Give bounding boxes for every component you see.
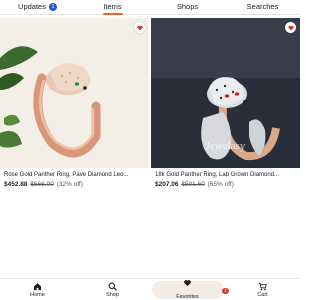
tab-label: Items bbox=[103, 2, 122, 11]
tab-label: Searches bbox=[246, 2, 279, 11]
favorites-tab-bar: Updates 1 Items Shops Searches bbox=[0, 0, 300, 15]
tab-shops[interactable]: Shops bbox=[150, 0, 225, 13]
favorites-count-badge: 1 bbox=[222, 287, 229, 294]
listing-price-row: $452.88 $666.00 (32% off) bbox=[4, 180, 146, 190]
tab-items[interactable]: Items bbox=[75, 0, 150, 13]
original-price: $666.00 bbox=[30, 181, 54, 188]
listing-title[interactable]: 18k Gold Panther Ring, Lab Grown Diamond… bbox=[155, 171, 297, 180]
nav-label: Shop bbox=[106, 291, 119, 298]
bottom-navigation: Home Shop 1 Favorites Cart bbox=[0, 278, 300, 300]
tab-searches[interactable]: Searches bbox=[225, 0, 300, 13]
tab-label: Shops bbox=[176, 2, 199, 11]
listing-title[interactable]: Rose Gold Panther Ring, Pave Diamond Leo… bbox=[4, 171, 146, 180]
listing-photo[interactable]: Jewelasy bbox=[151, 18, 300, 168]
heart-icon bbox=[136, 25, 143, 30]
favorite-button[interactable] bbox=[285, 22, 296, 33]
nav-home[interactable]: Home bbox=[0, 279, 75, 300]
nav-label: Cart bbox=[257, 291, 268, 298]
search-icon bbox=[108, 282, 117, 291]
nav-shop[interactable]: Shop bbox=[75, 279, 150, 300]
listing-card[interactable]: Rose Gold Panther Ring, Pave Diamond Leo… bbox=[0, 18, 149, 190]
sale-price: $207.06 bbox=[155, 181, 179, 188]
nav-favorites[interactable]: 1 Favorites bbox=[150, 279, 229, 300]
favorite-button[interactable] bbox=[134, 22, 145, 33]
rose-gold-panther-ring-image bbox=[0, 18, 149, 168]
listing-card[interactable]: Jewelasy 18k Gold Panther Ring, Lab Grow… bbox=[151, 18, 300, 190]
favorites-listing-grid: Rose Gold Panther Ring, Pave Diamond Leo… bbox=[0, 18, 300, 190]
discount-percent: (32% off) bbox=[56, 181, 83, 188]
discount-percent: (65% off) bbox=[207, 181, 234, 188]
sale-price: $452.88 bbox=[4, 181, 28, 188]
original-price: $591.60 bbox=[181, 181, 205, 188]
home-icon bbox=[33, 282, 42, 290]
tab-label: Updates bbox=[18, 2, 46, 11]
tab-updates[interactable]: Updates 1 bbox=[0, 0, 75, 13]
listing-price-row: $207.06 $591.60 (65% off) bbox=[155, 180, 297, 190]
listing-photo[interactable] bbox=[0, 18, 149, 168]
nav-label: Favorites bbox=[176, 294, 199, 300]
cart-icon bbox=[258, 282, 267, 290]
heart-icon bbox=[184, 280, 191, 287]
heart-icon bbox=[287, 25, 294, 30]
nav-cart[interactable]: Cart bbox=[225, 279, 300, 300]
nav-label: Home bbox=[30, 291, 45, 298]
shop-watermark: Jewelasy bbox=[205, 140, 246, 152]
updates-count-badge: 1 bbox=[48, 2, 57, 11]
